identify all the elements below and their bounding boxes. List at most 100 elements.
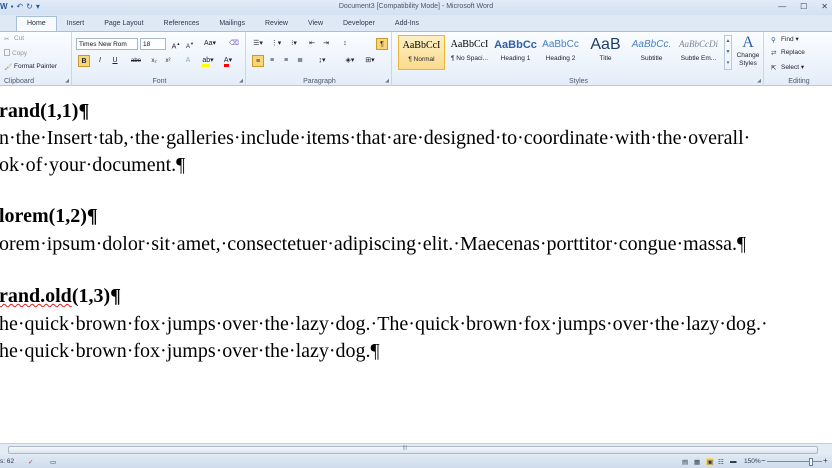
view-outline-icon[interactable]: ☷ xyxy=(718,458,724,466)
align-center-icon[interactable]: ≡ xyxy=(266,55,278,67)
view-print-layout-icon[interactable]: ▤ xyxy=(682,458,688,466)
clear-formatting-icon[interactable]: ⌫ xyxy=(228,38,240,50)
align-left-icon[interactable]: ≡ xyxy=(252,55,264,67)
scissors-icon: ✂ xyxy=(4,36,10,43)
heading-rand[interactable]: rand(1,1)¶ xyxy=(0,100,89,123)
style-title[interactable]: AaB Title xyxy=(582,35,629,70)
style-no-spacing[interactable]: AaBbCcI ¶ No Spaci... xyxy=(446,35,493,70)
line-spacing-icon[interactable]: ↨▾ xyxy=(314,55,330,67)
style-heading-1[interactable]: AaBbCc Heading 1 xyxy=(492,35,539,70)
style-name: Title xyxy=(599,55,612,62)
shading-icon[interactable]: ◈▾ xyxy=(342,55,358,67)
styles-dialog-launcher-icon[interactable]: ◢ xyxy=(757,78,761,84)
tab-references[interactable]: References xyxy=(154,20,210,31)
ribbon: ✂ Cut Copy 🖌 Format Painter Clipboard ◢ Ti… xyxy=(0,32,832,86)
zoom-in-button[interactable]: + xyxy=(823,456,828,465)
tab-insert[interactable]: Insert xyxy=(57,20,95,31)
borders-icon[interactable]: ⊞▾ xyxy=(362,55,378,67)
style-normal[interactable]: AaBbCcI ¶ Normal xyxy=(398,35,445,70)
format-painter-button[interactable]: 🖌 Format Painter xyxy=(4,63,57,71)
heading-rand-old[interactable]: rand.old(1,3)¶ xyxy=(0,285,121,308)
styles-gallery-scroll[interactable]: ▲ ▼ ▾ xyxy=(724,35,732,70)
font-dialog-launcher-icon[interactable]: ◢ xyxy=(239,78,243,84)
justify-icon[interactable]: ≣ xyxy=(294,55,306,67)
font-color-icon[interactable]: A▾ xyxy=(220,55,236,67)
sort-icon[interactable]: ↕ xyxy=(338,38,352,50)
maximize-icon[interactable]: ☐ xyxy=(800,2,807,11)
style-heading-2[interactable]: AaBbCc Heading 2 xyxy=(537,35,584,70)
clipboard-dialog-launcher-icon[interactable]: ◢ xyxy=(65,78,69,84)
multilevel-list-icon[interactable]: ⁝▾ xyxy=(286,38,302,50)
text-effects-icon[interactable]: A xyxy=(182,55,194,67)
language-icon[interactable]: ▭ xyxy=(50,458,56,466)
change-styles-button[interactable]: A Change Styles xyxy=(734,34,762,76)
minimize-icon[interactable]: — xyxy=(778,2,786,11)
format-painter-label: Format Painter xyxy=(14,63,57,70)
replace-button[interactable]: ⇄ Replace xyxy=(771,49,805,57)
proofing-icon[interactable]: ✓ xyxy=(28,458,33,466)
body-line[interactable]: ok·of·your·document.¶ xyxy=(0,154,185,177)
heading-lorem[interactable]: lorem(1,2)¶ xyxy=(0,205,98,228)
paragraph-dialog-launcher-icon[interactable]: ◢ xyxy=(385,78,389,84)
body-line[interactable]: n·the·Insert·tab,·the·galleries·include·… xyxy=(0,127,750,150)
underline-button[interactable]: U xyxy=(109,55,121,67)
highlight-icon[interactable]: ab▾ xyxy=(200,55,216,67)
tab-page-layout[interactable]: Page Layout xyxy=(94,20,153,31)
document-top-margin xyxy=(0,86,832,94)
style-preview: AaBbCc xyxy=(542,39,579,50)
horizontal-scroll-thumb[interactable] xyxy=(8,446,818,454)
tab-developer[interactable]: Developer xyxy=(333,20,385,31)
font-size-select[interactable]: 18 xyxy=(140,38,166,50)
select-button[interactable]: ⇱ Select ▾ xyxy=(771,63,804,72)
close-icon[interactable]: ✕ xyxy=(821,2,828,11)
bullets-icon[interactable]: ☰▾ xyxy=(250,38,266,50)
numbering-icon[interactable]: ⋮▾ xyxy=(268,38,284,50)
italic-button[interactable]: I xyxy=(94,55,106,67)
word-count[interactable]: s: 62 xyxy=(0,458,14,465)
document-area[interactable]: rand(1,1)¶ n·the·Insert·tab,·the·galleri… xyxy=(0,94,832,443)
horizontal-scrollbar[interactable]: ||| xyxy=(0,443,832,455)
bold-button[interactable]: B xyxy=(78,55,90,67)
clipboard-group: ✂ Cut Copy 🖌 Format Painter Clipboard ◢ xyxy=(0,32,72,86)
strikethrough-button[interactable]: abe xyxy=(128,55,144,67)
editing-group-label: Editing xyxy=(788,78,810,85)
body-line[interactable]: he·quick·brown·fox·jumps·over·the·lazy·d… xyxy=(0,313,768,336)
zoom-level[interactable]: 150% xyxy=(744,458,761,465)
font-face-select[interactable]: Times New Rom xyxy=(76,38,138,50)
body-line[interactable]: he·quick·brown·fox·jumps·over·the·lazy·d… xyxy=(0,340,380,363)
find-button[interactable]: ⚲ Find ▾ xyxy=(771,35,799,44)
zoom-out-button[interactable]: − xyxy=(761,456,766,465)
zoom-slider-thumb[interactable] xyxy=(809,458,813,466)
style-subtitle[interactable]: AaBbCc. Subtitle xyxy=(628,35,675,70)
change-case-button[interactable]: Aa▾ xyxy=(202,38,218,50)
change-styles-label: Change Styles xyxy=(736,52,760,67)
tab-home[interactable]: Home xyxy=(16,16,57,31)
status-bar: s: 62 ✓ ▭ ▤ ▦ ▣ ☷ ▬ 150% − + xyxy=(0,455,832,468)
tab-mailings[interactable]: Mailings xyxy=(209,20,255,31)
increase-indent-icon[interactable]: ⇥ xyxy=(320,38,332,50)
scroll-grip-icon: ||| xyxy=(403,445,407,451)
align-right-icon[interactable]: ≡ xyxy=(280,55,292,67)
decrease-indent-icon[interactable]: ⇤ xyxy=(306,38,318,50)
view-web-layout-icon[interactable]: ▣ xyxy=(706,458,715,466)
body-line[interactable]: orem·ipsum·dolor·sit·amet,·consectetuer·… xyxy=(0,233,746,256)
spelling-error-marker[interactable]: rand.old xyxy=(0,285,72,307)
tab-view[interactable]: View xyxy=(298,20,333,31)
view-draft-icon[interactable]: ▬ xyxy=(730,458,737,465)
style-subtle-emphasis[interactable]: AaBbCcDi Subtle Em... xyxy=(675,35,722,70)
find-label: Find xyxy=(781,36,794,43)
view-full-screen-icon[interactable]: ▦ xyxy=(694,458,700,466)
subscript-button[interactable]: x₂ xyxy=(148,55,160,67)
shrink-font-button[interactable]: A▼ xyxy=(184,38,196,50)
tab-review[interactable]: Review xyxy=(255,20,298,31)
zoom-slider-track[interactable] xyxy=(767,461,822,462)
superscript-button[interactable]: x² xyxy=(162,55,174,67)
cut-button[interactable]: ✂ Cut xyxy=(4,35,24,43)
window-title: Document3 [Compatibility Mode] - Microso… xyxy=(338,3,494,10)
font-group-label: Font xyxy=(152,78,167,85)
show-hide-pilcrow-button[interactable]: ¶ xyxy=(376,38,388,50)
grow-font-button[interactable]: A▲ xyxy=(170,38,182,50)
tab-add-ins[interactable]: Add-Ins xyxy=(385,20,429,31)
copy-icon xyxy=(4,49,10,56)
copy-button[interactable]: Copy xyxy=(4,49,27,57)
